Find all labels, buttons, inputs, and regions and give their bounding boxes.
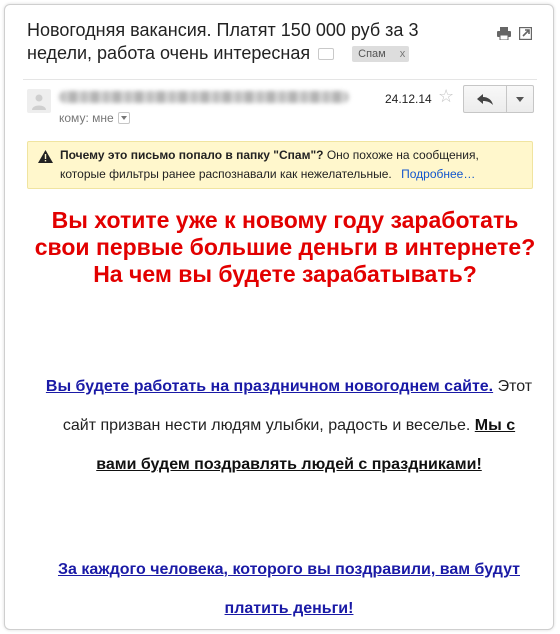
avatar-icon — [27, 89, 51, 113]
remove-label-button[interactable]: x — [400, 46, 406, 62]
show-details-button[interactable] — [117, 112, 130, 124]
headline-line-2: На чем вы будете зарабатывать? — [93, 261, 477, 287]
spam-warning-banner: Почему это письмо попало в папку "Спам"?… — [27, 141, 533, 189]
spam-label-chip[interactable]: Спам x — [352, 46, 410, 63]
email-date: 24.12.14 — [385, 92, 432, 106]
label-tag-icon[interactable] — [318, 48, 335, 61]
print-icon[interactable] — [497, 27, 511, 41]
warning-icon — [38, 150, 53, 169]
headline-line-1: Вы хотите уже к новому году заработать с… — [34, 207, 536, 260]
reply-icon — [477, 93, 493, 105]
reply-button[interactable] — [464, 86, 506, 112]
learn-more-link[interactable]: Подробнее… — [401, 167, 475, 181]
recipient-line: кому: мне — [59, 111, 130, 125]
email-view: Новогодняя вакансия. Платят 150 000 руб … — [4, 4, 554, 630]
payment-link[interactable]: За каждого человека, которого вы поздрав… — [58, 561, 520, 617]
reply-button-group — [463, 85, 534, 113]
email-subject: Новогодняя вакансия. Платят 150 000 руб … — [27, 19, 467, 65]
recipient-label: кому: мне — [59, 111, 114, 125]
star-icon[interactable]: ☆ — [438, 86, 454, 107]
holiday-site-link[interactable]: Вы будете работать на праздничном нового… — [46, 378, 493, 395]
body-paragraph-1: Вы будете работать на праздничном нового… — [45, 367, 533, 484]
body-paragraph-2: За каждого человека, которого вы поздрав… — [45, 550, 533, 628]
divider — [23, 79, 537, 80]
top-actions — [497, 26, 533, 41]
sender-name-redacted — [59, 91, 349, 103]
more-actions-button[interactable] — [506, 86, 533, 112]
new-window-icon[interactable] — [518, 26, 533, 41]
spam-label-text: Спам — [358, 48, 386, 61]
spam-reason-question: Почему это письмо попало в папку "Спам"? — [60, 148, 324, 162]
email-headline: Вы хотите уже к новому году заработать с… — [27, 207, 543, 288]
